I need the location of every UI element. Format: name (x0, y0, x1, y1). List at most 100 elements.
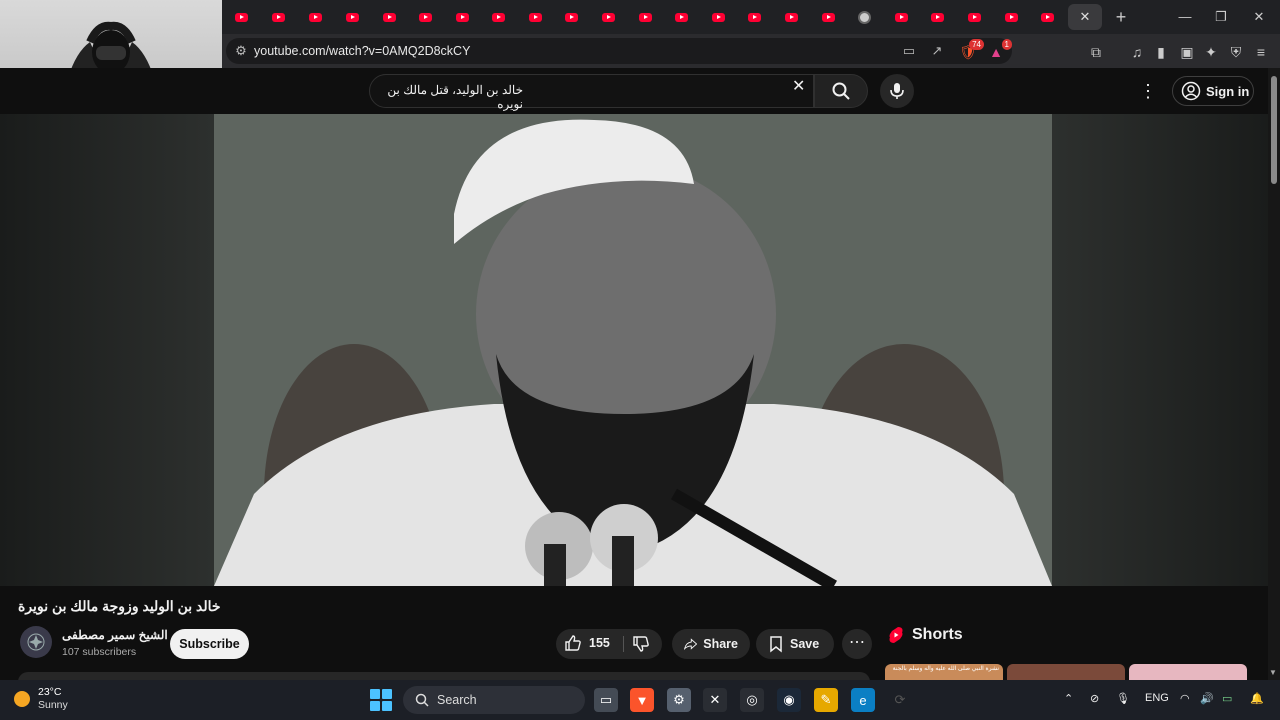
search-button[interactable] (814, 74, 868, 108)
battery-icon[interactable]: ▭ (1222, 692, 1232, 705)
clear-search-icon[interactable]: ✕ (792, 76, 805, 96)
short-thumbnail[interactable]: نشرة النبي صلى الله عليه وآله وسلم بالجن… (885, 664, 1003, 680)
voice-search-button[interactable] (880, 74, 914, 108)
dislike-button[interactable] (632, 635, 650, 658)
tab-youtube[interactable] (957, 6, 991, 28)
tab-youtube[interactable] (774, 6, 808, 28)
tab-youtube[interactable] (335, 6, 369, 28)
tab-youtube[interactable] (298, 6, 332, 28)
app-icon[interactable]: ⟳ (888, 688, 912, 712)
tab-youtube[interactable] (1030, 6, 1064, 28)
chrome-app-icon[interactable]: ◎ (740, 688, 764, 712)
tab-youtube[interactable] (591, 6, 625, 28)
rewards-badge: 1 (1001, 39, 1012, 50)
tab-youtube[interactable] (408, 6, 442, 28)
tab-youtube[interactable] (664, 6, 698, 28)
tab-youtube[interactable] (445, 6, 479, 28)
screenshot-icon[interactable]: ⧉ (1086, 42, 1106, 62)
leo-ai-icon[interactable]: ✦ (1201, 42, 1221, 62)
page-scrollbar[interactable]: ▼ (1268, 68, 1280, 680)
site-settings-icon[interactable]: ⚙ (232, 42, 250, 60)
short-thumbnail[interactable] (1007, 664, 1125, 680)
tab-youtube[interactable] (920, 6, 954, 28)
restore-button[interactable]: ❐ (1206, 6, 1236, 28)
description-box[interactable] (18, 672, 870, 680)
weather-widget[interactable]: 23°C Sunny (14, 686, 68, 712)
close-window-button[interactable]: ✕ (1244, 6, 1274, 28)
input-language[interactable]: ENG (1145, 692, 1169, 704)
channel-name[interactable]: الشيخ سمير مصطفى (62, 628, 168, 642)
search-icon (832, 82, 850, 100)
xbox-app-icon[interactable]: ✕ (703, 688, 727, 712)
settings-app-icon[interactable]: ⚙ (667, 688, 691, 712)
youtube-favicon-icon (234, 12, 248, 22)
wallet-icon[interactable]: ▣ (1177, 42, 1197, 62)
tab-youtube[interactable] (884, 6, 918, 28)
brave-rewards-button[interactable]: ▲ 1 (986, 39, 1012, 62)
tab-youtube[interactable] (554, 6, 588, 28)
tab-youtube[interactable] (701, 6, 735, 28)
share-page-icon[interactable]: ↗ (928, 42, 946, 60)
save-button[interactable]: Save (756, 629, 834, 659)
brave-browser-icon[interactable]: ▼ (630, 688, 654, 712)
sidebar-icon[interactable]: ▮ (1151, 42, 1171, 62)
channel-avatar[interactable] (20, 626, 52, 658)
brave-shields-button[interactable]: 🛡 74 (958, 39, 984, 62)
notifications-bell-icon[interactable]: 🔔 (1250, 692, 1264, 705)
tab-youtube[interactable] (261, 6, 295, 28)
edge-browser-icon[interactable]: e (851, 688, 875, 712)
like-button[interactable]: 155 (564, 634, 610, 652)
tab-youtube[interactable] (481, 6, 515, 28)
short-thumbnail[interactable] (1129, 664, 1247, 680)
channel-logo-icon (27, 633, 45, 651)
youtube-favicon-icon (821, 12, 835, 22)
youtube-favicon-icon (1040, 12, 1054, 22)
share-button[interactable]: Share (672, 629, 750, 659)
youtube-favicon-icon (601, 12, 615, 22)
video-frame[interactable] (214, 114, 1052, 586)
muted-eye-icon[interactable]: ⊘ (1090, 692, 1099, 705)
video-ambient-left (0, 114, 214, 586)
menu-icon[interactable]: ≡ (1251, 42, 1271, 62)
video-player[interactable] (0, 114, 1268, 586)
shields-badge: 74 (969, 39, 984, 50)
steam-app-icon[interactable]: ◉ (777, 688, 801, 712)
settings-more-button[interactable]: ⋮ (1138, 80, 1158, 102)
tab-other-site[interactable] (847, 6, 881, 28)
more-actions-button[interactable]: ⋯ (842, 629, 872, 659)
url-text: youtube.com/watch?v=0AMQ2D8ckCY (254, 44, 471, 58)
weather-temperature: 23°C (38, 686, 62, 698)
minimize-button[interactable]: — (1170, 6, 1200, 28)
sign-in-button[interactable]: Sign in (1172, 76, 1254, 106)
tab-youtube[interactable] (518, 6, 552, 28)
windows-taskbar: 23°C Sunny Search ▭ ▼ ⚙ ✕ ◎ ◉ ✎ e ⟳ ⌃ ⊘ … (0, 680, 1280, 720)
volume-icon[interactable]: 🔊 (1200, 692, 1214, 705)
vpn-icon[interactable]: ⛨ (1226, 42, 1246, 62)
tab-youtube[interactable] (994, 6, 1028, 28)
show-hidden-icons-icon[interactable]: ⌃ (1064, 692, 1073, 705)
scrollbar-thumb[interactable] (1271, 76, 1277, 184)
active-tab-close-button[interactable]: ✕ (1068, 4, 1102, 30)
tab-youtube[interactable] (737, 6, 771, 28)
task-view-icon[interactable]: ▭ (594, 688, 618, 712)
wifi-icon[interactable]: ◠ (1180, 692, 1190, 705)
microphone-icon[interactable]: 🎙 (1116, 692, 1130, 705)
tab-youtube[interactable] (372, 6, 406, 28)
app-icon[interactable]: ✎ (814, 688, 838, 712)
windows-logo-icon (370, 689, 380, 699)
subscribe-button[interactable]: Subscribe (170, 629, 249, 659)
tab-youtube[interactable] (224, 6, 258, 28)
youtube-favicon-icon (967, 12, 981, 22)
new-tab-button[interactable]: + (1110, 6, 1132, 28)
taskbar-search[interactable]: Search (403, 686, 585, 714)
start-button[interactable] (370, 689, 392, 711)
account-icon (1181, 81, 1201, 101)
media-icon[interactable]: ♫ (1127, 42, 1147, 62)
tab-youtube[interactable] (811, 6, 845, 28)
tab-youtube[interactable] (628, 6, 662, 28)
cast-icon[interactable]: ▭ (900, 42, 918, 60)
address-bar[interactable]: ⚙ youtube.com/watch?v=0AMQ2D8ckCY ▭ ↗ 🛡 7… (226, 38, 1012, 64)
scroll-down-arrow-icon[interactable]: ▼ (1269, 668, 1277, 677)
youtube-favicon-icon (528, 12, 542, 22)
search-input[interactable]: خالد بن الوليد، قتل مالك بن نويره (369, 74, 814, 111)
